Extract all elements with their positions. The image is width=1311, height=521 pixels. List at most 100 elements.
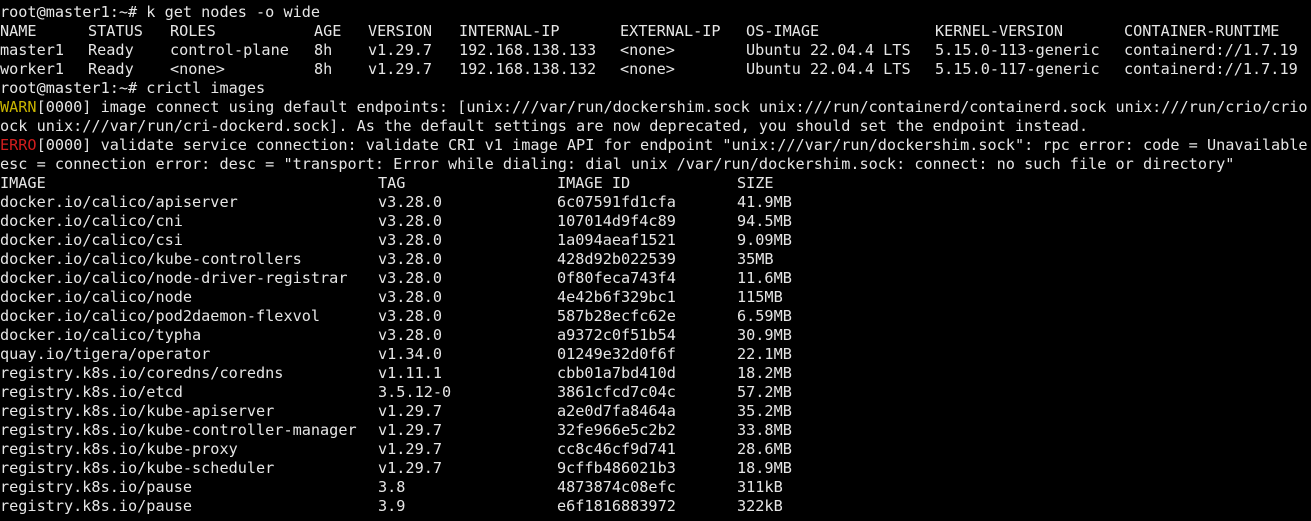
node-container-runtime: containerd://1.7.19 [1124,41,1298,59]
nodes-table-header: NAME STATUS ROLES AGE VERSION INTERNAL-I… [0,22,1311,41]
error-message-line-1: ERRO[0000] validate service connection: … [0,136,1311,155]
image-id: 32fe966e5c2b2 [557,421,676,439]
image-id: 0f80feca743f4 [557,269,676,287]
image-id: 107014d9f4c89 [557,212,676,230]
error-message-line-2: esc = connection error: desc = "transpor… [0,155,1235,173]
table-row: quay.io/tigera/operator v1.34.0 01249e32d0… [0,345,1311,364]
image-tag: v3.28.0 [378,231,443,249]
table-row: docker.io/calico/node-driver-registrar v3… [0,269,1311,288]
node-age: 8h [314,60,333,78]
node-roles: <none> [170,60,225,78]
node-internal-ip: 192.168.138.132 [459,60,597,78]
image-id: 4873874c08efc [557,478,676,496]
image-name: docker.io/calico/kube-controllers [0,250,302,268]
node-external-ip: <none> [620,60,675,78]
image-tag: v3.28.0 [378,269,443,287]
table-row: docker.io/calico/typha v3.28.0 a9372c0f51b… [0,326,1311,345]
node-status: Ready [88,41,134,59]
node-os-image: Ubuntu 22.04.4 LTS [746,41,911,59]
image-id: 3861cfcd7c04c [557,383,676,401]
table-row: docker.io/calico/pod2daemon-flexvol v3.28… [0,307,1311,326]
node-os-image: Ubuntu 22.04.4 LTS [746,60,911,78]
error-text-1: [0000] validate service connection: vali… [36,136,1311,154]
table-row: registry.k8s.io/coredns/coredns v1.11.1 cb… [0,364,1311,383]
node-kernel-version: 5.15.0-117-generic [935,60,1100,78]
image-name: registry.k8s.io/etcd [0,383,183,401]
image-size: 33.8MB [737,421,792,439]
image-name: registry.k8s.io/kube-proxy [0,440,238,458]
image-size: 94.5MB [737,212,792,230]
image-size: 28.6MB [737,440,792,458]
image-tag: v1.29.7 [378,459,443,477]
image-tag: 3.8 [378,478,406,496]
table-row: docker.io/calico/apiserver v3.28.0 6c07591… [0,193,1311,212]
node-name: worker1 [0,60,65,78]
image-name: quay.io/tigera/operator [0,345,211,363]
table-row: worker1 Ready <none> 8h v1.29.7 192.168.… [0,60,1311,79]
nodes-header-age: AGE [314,22,342,40]
node-status: Ready [88,60,134,78]
image-name: registry.k8s.io/pause [0,497,193,515]
image-size: 30.9MB [737,326,792,344]
image-id: cc8c46cf9d741 [557,440,676,458]
image-name: docker.io/calico/pod2daemon-flexvol [0,307,321,325]
image-name: registry.k8s.io/coredns/coredns [0,364,284,382]
image-id: e6f1816883972 [557,497,676,515]
images-table: IMAGE TAG IMAGE ID SIZE docker.io/calico… [0,174,1311,516]
image-tag: v3.28.0 [378,212,443,230]
table-row: registry.k8s.io/kube-scheduler v1.29.7 9cf… [0,459,1311,478]
image-id: a2e0d7fa8464a [557,402,676,420]
node-external-ip: <none> [620,41,675,59]
image-tag: v1.34.0 [378,345,443,363]
command-line-crictl-images: root@master1:~# crictl images [0,79,266,97]
image-size: 6.59MB [737,307,792,325]
image-tag: v1.29.7 [378,440,443,458]
images-header-size: SIZE [737,174,774,192]
image-name: registry.k8s.io/pause [0,478,193,496]
image-tag: v3.28.0 [378,193,443,211]
image-size: 41.9MB [737,193,792,211]
images-header-image-id: IMAGE ID [557,174,631,192]
node-name: master1 [0,41,65,59]
nodes-header-container-runtime: CONTAINER-RUNTIME [1124,22,1280,40]
table-row: master1 Ready control-plane 8h v1.29.7 1… [0,41,1311,60]
table-row: registry.k8s.io/kube-controller-manager v… [0,421,1311,440]
image-size: 18.2MB [737,364,792,382]
image-tag: v3.28.0 [378,288,443,306]
image-tag: v1.29.7 [378,421,443,439]
image-name: registry.k8s.io/kube-scheduler [0,459,275,477]
image-name: docker.io/calico/apiserver [0,193,238,211]
node-version: v1.29.7 [368,60,433,78]
image-tag: v3.28.0 [378,326,443,344]
image-name: registry.k8s.io/kube-apiserver [0,402,275,420]
image-id: 9cffb486021b3 [557,459,676,477]
images-header-image: IMAGE [0,174,46,192]
warn-message-line-1: WARN[0000] image connect using default e… [0,98,1311,117]
image-id: 587b28ecfc62e [557,307,676,325]
image-size: 18.9MB [737,459,792,477]
table-row: registry.k8s.io/pause 3.8 4873874c08efc 311… [0,478,1311,497]
image-tag: v3.28.0 [378,250,443,268]
image-name: docker.io/calico/typha [0,326,202,344]
image-id: 4e42b6f329bc1 [557,288,676,306]
nodes-header-internal-ip: INTERNAL-IP [459,22,560,40]
warn-tag: WARN [0,98,37,116]
table-row: docker.io/calico/csi v3.28.0 1a094aeaf1521… [0,231,1311,250]
error-tag: ERRO [0,136,37,154]
command-line-get-nodes: root@master1:~# k get nodes -o wide [0,3,321,21]
images-table-body: docker.io/calico/apiserver v3.28.0 6c07591… [0,193,1311,516]
image-name: docker.io/calico/node [0,288,193,306]
image-size: 311kB [737,478,783,496]
table-row: docker.io/calico/node v3.28.0 4e42b6f329bc… [0,288,1311,307]
image-name: docker.io/calico/csi [0,231,183,249]
nodes-table: NAME STATUS ROLES AGE VERSION INTERNAL-I… [0,22,1311,79]
image-tag: v1.11.1 [378,364,443,382]
table-row: registry.k8s.io/kube-proxy v1.29.7 cc8c46c… [0,440,1311,459]
nodes-header-kernel-version: KERNEL-VERSION [935,22,1064,40]
image-id: 01249e32d0f6f [557,345,676,363]
table-row: registry.k8s.io/kube-apiserver v1.29.7 a2e… [0,402,1311,421]
node-internal-ip: 192.168.138.133 [459,41,597,59]
image-size: 115MB [737,288,783,306]
terminal-window[interactable]: root@master1:~# k get nodes -o wide NAME… [0,0,1311,521]
node-roles: control-plane [170,41,289,59]
